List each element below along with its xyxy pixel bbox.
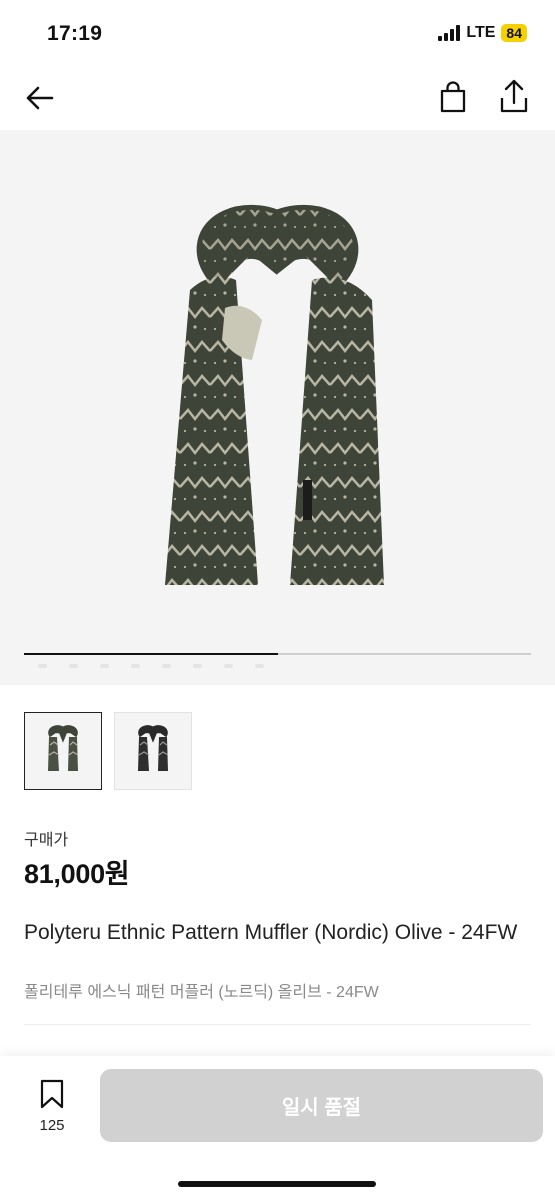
thumbnail-olive[interactable] (24, 712, 102, 790)
network-label: LTE (466, 24, 496, 41)
thumbnail-strip (24, 712, 192, 790)
thumbnail-charcoal[interactable] (114, 712, 192, 790)
battery-badge: 84 (501, 24, 527, 42)
gallery-progress-fill (24, 653, 278, 655)
shopping-bag-icon[interactable] (435, 80, 471, 116)
status-bar: 17:19 LTE 84 (0, 0, 555, 70)
home-indicator (178, 1181, 376, 1187)
sold-out-button[interactable]: 일시 품절 (100, 1069, 543, 1142)
bottom-action-bar: 125 일시 품절 (0, 1056, 555, 1200)
status-time: 17:19 (47, 22, 103, 45)
bookmark-button[interactable]: 125 (34, 1078, 70, 1134)
back-arrow-icon[interactable] (22, 80, 58, 116)
signal-icon (438, 25, 461, 41)
gallery-progress-bar (24, 653, 531, 655)
price-label: 구매가 (24, 832, 69, 849)
status-indicators: LTE 84 (438, 24, 527, 42)
product-scarf-image (165, 205, 384, 585)
product-name-korean: 폴리테루 에스닉 패턴 머플러 (노르딕) 올리브 - 24FW (24, 984, 379, 1001)
product-price: 81,000원 (24, 859, 130, 889)
bookmark-count: 125 (39, 1117, 65, 1134)
bookmark-icon (40, 1079, 64, 1109)
top-nav (0, 70, 555, 130)
section-divider (24, 1024, 531, 1025)
gallery-pager-dots (38, 664, 264, 668)
share-icon[interactable] (496, 78, 532, 116)
product-image-gallery[interactable] (0, 130, 555, 685)
product-name-english: Polyteru Ethnic Pattern Muffler (Nordic)… (24, 921, 518, 944)
